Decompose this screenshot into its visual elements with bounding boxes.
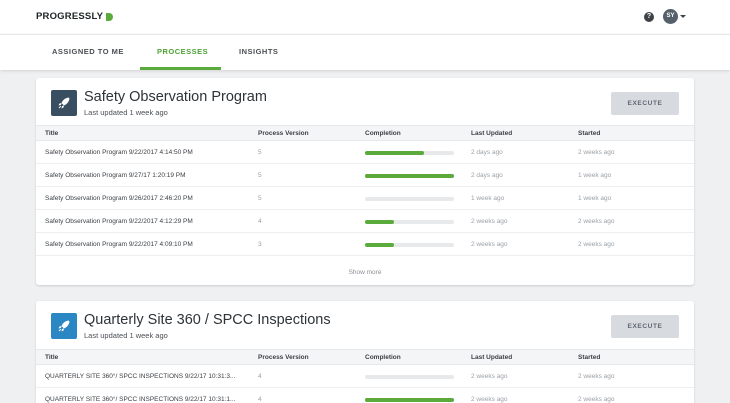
row-title: Safety Observation Program 9/22/2017 4:1… xyxy=(45,149,193,156)
process-title[interactable]: Quarterly Site 360 / SPCC Inspections xyxy=(84,312,331,328)
row-title: QUARTERLY SITE 360°/ SPCC INSPECTIONS 9/… xyxy=(45,373,236,380)
tab-bar: ASSIGNED TO ME PROCESSES INSIGHTS xyxy=(0,34,730,70)
completion-bar xyxy=(365,151,454,155)
row-last-updated: 2 weeks ago xyxy=(471,373,508,380)
row-started: 1 week ago xyxy=(578,195,612,202)
row-title: Safety Observation Program 9/27/17 1:20:… xyxy=(45,172,186,179)
row-started: 2 weeks ago xyxy=(578,373,615,380)
help-icon[interactable]: ? xyxy=(644,12,654,22)
chevron-down-icon[interactable] xyxy=(680,15,686,18)
row-version: 4 xyxy=(258,373,262,380)
execute-button[interactable]: EXECUTE xyxy=(611,315,679,338)
table-row[interactable]: QUARTERLY SITE 360°/ SPCC INSPECTIONS 9/… xyxy=(36,365,694,388)
user-avatar[interactable]: SY xyxy=(663,9,678,24)
row-version: 3 xyxy=(258,241,262,248)
process-last-updated: Last updated 1 week ago xyxy=(84,108,168,117)
tab-assigned-to-me[interactable]: ASSIGNED TO ME xyxy=(52,47,124,56)
rocket-icon xyxy=(51,90,77,116)
execute-button[interactable]: EXECUTE xyxy=(611,92,679,115)
completion-bar-fill xyxy=(365,398,454,402)
tab-insights[interactable]: INSIGHTS xyxy=(239,47,278,56)
table-header: Title Process Version Completion Last Up… xyxy=(36,125,694,141)
row-started: 2 weeks ago xyxy=(578,218,615,225)
table-row[interactable]: Safety Observation Program 9/26/2017 2:4… xyxy=(36,187,694,210)
column-header-completion[interactable]: Completion xyxy=(365,354,401,361)
process-card-quarterly-site-360: Quarterly Site 360 / SPCC Inspections La… xyxy=(36,301,694,403)
row-started: 2 weeks ago xyxy=(578,396,615,403)
table-row[interactable]: Safety Observation Program 9/22/2017 4:1… xyxy=(36,210,694,233)
top-bar: PROGRESSLY ? SY xyxy=(0,0,730,34)
row-started: 1 week ago xyxy=(578,172,612,179)
column-header-last-updated[interactable]: Last Updated xyxy=(471,130,512,137)
show-more-link[interactable]: Show more xyxy=(36,262,694,284)
row-version: 5 xyxy=(258,195,262,202)
logo-mark-icon xyxy=(106,12,114,21)
app-logo-text: PROGRESSLY xyxy=(36,11,104,22)
table-row[interactable]: Safety Observation Program 9/27/17 1:20:… xyxy=(36,164,694,187)
row-last-updated: 2 days ago xyxy=(471,149,503,156)
completion-bar xyxy=(365,174,454,178)
completion-bar xyxy=(365,197,454,201)
app-logo[interactable]: PROGRESSLY xyxy=(36,11,114,22)
completion-bar-fill xyxy=(365,243,395,247)
row-started: 2 weeks ago xyxy=(578,149,615,156)
row-version: 5 xyxy=(258,149,262,156)
completion-bar xyxy=(365,243,454,247)
completion-bar-fill xyxy=(365,151,424,155)
completion-bar-fill xyxy=(365,220,395,224)
completion-bar xyxy=(365,375,454,379)
column-header-started[interactable]: Started xyxy=(578,130,600,137)
row-version: 4 xyxy=(258,396,262,403)
row-version: 4 xyxy=(258,218,262,225)
completion-bar-fill xyxy=(365,174,454,178)
column-header-title[interactable]: Title xyxy=(45,354,58,361)
tab-processes[interactable]: PROCESSES xyxy=(157,47,208,56)
completion-bar xyxy=(365,220,454,224)
row-version: 5 xyxy=(258,172,262,179)
row-title: QUARTERLY SITE 360°/ SPCC INSPECTIONS 9/… xyxy=(45,396,236,403)
column-header-process-version[interactable]: Process Version xyxy=(258,354,309,361)
table-row[interactable]: Safety Observation Program 9/22/2017 4:0… xyxy=(36,233,694,256)
table-row[interactable]: QUARTERLY SITE 360°/ SPCC INSPECTIONS 9/… xyxy=(36,388,694,403)
completion-bar xyxy=(365,398,454,402)
row-last-updated: 2 days ago xyxy=(471,172,503,179)
row-last-updated: 2 weeks ago xyxy=(471,218,508,225)
column-header-completion[interactable]: Completion xyxy=(365,130,401,137)
row-last-updated: 2 weeks ago xyxy=(471,396,508,403)
row-title: Safety Observation Program 9/22/2017 4:0… xyxy=(45,241,193,248)
row-started: 2 weeks ago xyxy=(578,241,615,248)
table-row[interactable]: Safety Observation Program 9/22/2017 4:1… xyxy=(36,141,694,164)
column-header-process-version[interactable]: Process Version xyxy=(258,130,309,137)
active-tab-indicator xyxy=(140,67,221,70)
process-title[interactable]: Safety Observation Program xyxy=(84,89,267,105)
column-header-started[interactable]: Started xyxy=(578,354,600,361)
row-title: Safety Observation Program 9/26/2017 2:4… xyxy=(45,195,193,202)
row-title: Safety Observation Program 9/22/2017 4:1… xyxy=(45,218,193,225)
table-header: Title Process Version Completion Last Up… xyxy=(36,349,694,365)
column-header-last-updated[interactable]: Last Updated xyxy=(471,354,512,361)
rocket-icon xyxy=(51,313,77,339)
row-last-updated: 2 weeks ago xyxy=(471,241,508,248)
process-last-updated: Last updated 1 week ago xyxy=(84,331,168,340)
process-card-safety-observation: Safety Observation Program Last updated … xyxy=(36,78,694,285)
row-last-updated: 1 week ago xyxy=(471,195,505,202)
column-header-title[interactable]: Title xyxy=(45,130,58,137)
